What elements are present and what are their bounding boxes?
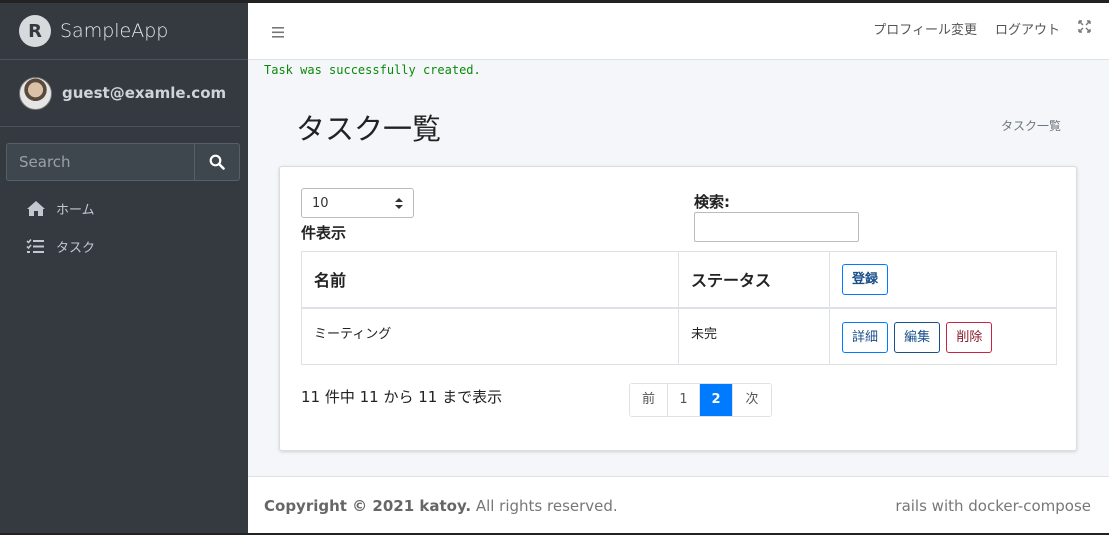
sidebar-item-label: ホーム	[56, 202, 95, 218]
column-header-status[interactable]: ステータス	[678, 251, 830, 309]
sidebar-nav: ホーム タスク	[0, 189, 248, 265]
search-label: 検索:	[694, 193, 730, 211]
sidebar-search-input[interactable]: Search	[6, 143, 194, 181]
brand-text: SampleApp	[60, 20, 169, 42]
pagination-info: 11 件中 11 から 11 まで表示	[301, 388, 503, 406]
sidebar: R SampleApp guest@examle.com Search ホーム	[0, 3, 248, 533]
sidebar-item-home[interactable]: ホーム	[0, 189, 248, 227]
flash-notice: Task was successfully created.	[264, 63, 481, 77]
page-prev[interactable]: 前	[630, 384, 668, 416]
task-name-cell: ミーティング	[301, 307, 679, 365]
task-status-cell: 未完	[678, 307, 830, 365]
footer-copyright: Copyright © 2021 katoy. All rights reser…	[264, 497, 618, 515]
table-row: ミーティング 未完 詳細 編集 削除	[301, 307, 1057, 365]
register-button[interactable]: 登録	[842, 263, 889, 295]
page-1[interactable]: 1	[668, 384, 700, 416]
footer: Copyright © 2021 katoy. All rights reser…	[248, 476, 1109, 533]
column-header-name[interactable]: 名前	[301, 251, 679, 309]
page-2-active[interactable]: 2	[700, 384, 733, 416]
per-page-value: 10	[312, 195, 329, 211]
sidebar-search: Search	[6, 143, 240, 181]
header-links: プロフィール変更 ログアウト	[855, 19, 1091, 38]
avatar	[19, 76, 52, 110]
hamburger-icon[interactable]	[272, 23, 284, 42]
footer-right-text: rails with docker-compose	[895, 497, 1091, 515]
delete-button[interactable]: 削除	[946, 321, 993, 353]
top-navbar: プロフィール変更 ログアウト	[248, 3, 1109, 60]
table-search-input[interactable]	[694, 212, 859, 242]
sidebar-search-button[interactable]	[194, 143, 240, 181]
table-header-row: 名前 ステータス 登録	[301, 251, 1057, 309]
task-actions-cell: 詳細 編集 削除	[829, 307, 1057, 365]
expand-icon[interactable]	[1078, 20, 1091, 37]
copyright-rights: All rights reserved.	[471, 497, 618, 515]
brand-logo: R	[19, 15, 51, 47]
user-panel[interactable]: guest@examle.com	[0, 60, 240, 127]
per-page-label: 件表示	[301, 224, 347, 242]
brand-link[interactable]: R SampleApp	[0, 3, 248, 60]
sidebar-item-label: タスク	[56, 240, 96, 256]
breadcrumb[interactable]: タスク一覧	[1001, 117, 1061, 134]
brand-logo-letter: R	[28, 20, 42, 42]
updown-icon	[395, 197, 403, 209]
home-icon	[26, 200, 48, 217]
tasks-card: 10 件表示 検索: 名前 ステータス 登録 ミーティング 未完 詳細 編集 削…	[279, 166, 1077, 451]
sidebar-item-tasks[interactable]: タスク	[0, 227, 248, 265]
profile-link[interactable]: プロフィール変更	[873, 19, 977, 38]
tasks-icon	[26, 238, 48, 254]
copyright-owner: Copyright © 2021 katoy.	[264, 497, 472, 515]
edit-button[interactable]: 編集	[894, 321, 941, 353]
tasks-table: 名前 ステータス 登録 ミーティング 未完 詳細 編集 削除	[301, 251, 1057, 365]
page-next[interactable]: 次	[733, 384, 771, 416]
detail-button[interactable]: 詳細	[842, 321, 889, 353]
app-window: R SampleApp guest@examle.com Search ホーム	[0, 3, 1109, 533]
search-icon	[209, 154, 225, 170]
user-name: guest@examle.com	[62, 84, 227, 102]
page-title: タスク一覧	[296, 112, 442, 146]
per-page-select[interactable]: 10	[301, 188, 414, 218]
column-header-actions: 登録	[829, 251, 1057, 309]
pagination: 前 1 2 次	[629, 383, 772, 417]
logout-link[interactable]: ログアウト	[995, 19, 1060, 38]
